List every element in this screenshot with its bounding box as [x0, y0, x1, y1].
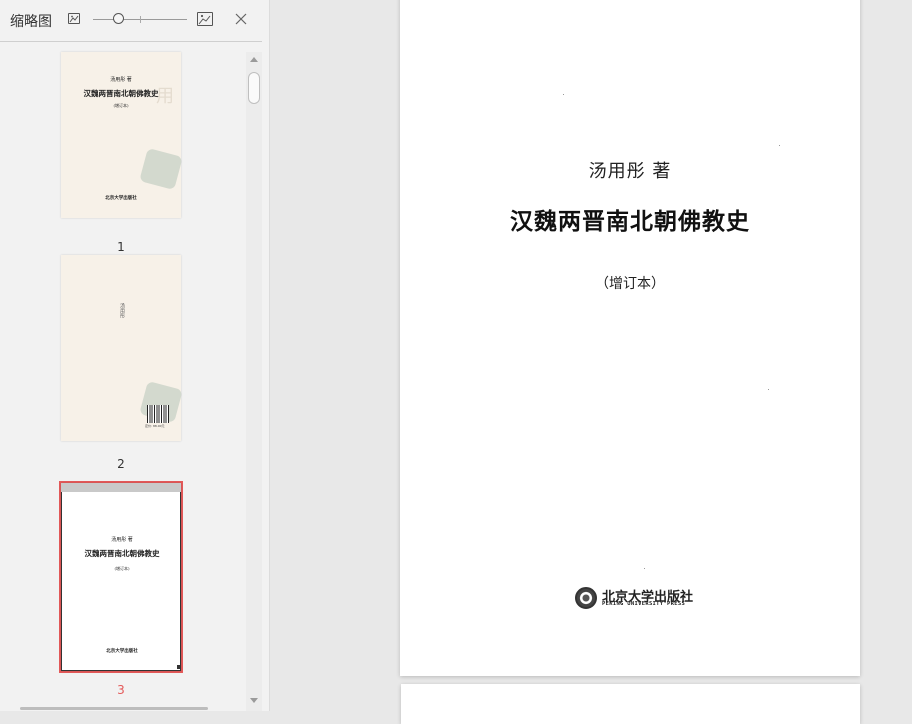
- page-edition: （增订本）: [595, 276, 665, 292]
- publisher-name-english: PEKING UNIVERSITY PRESS: [602, 601, 686, 607]
- document-page: 汤用彤 著 汉魏两晋南北朝佛教史 （增订本） 北京大学出版社 PEKING UN…: [400, 0, 860, 676]
- scan-speck: [768, 389, 769, 390]
- scan-speck: [563, 94, 564, 95]
- thumb-author: 汤用彤 著: [111, 537, 133, 543]
- horizontal-scrollbar[interactable]: [20, 707, 208, 710]
- thumb-publisher: 北京大学出版社: [106, 649, 138, 654]
- barcode: [147, 405, 169, 423]
- thumbnail-toolbar: 缩略图: [0, 0, 262, 42]
- thumb-price: 定价: 88.00元: [145, 424, 165, 428]
- cover-decoration: [139, 147, 183, 191]
- scan-speck: [779, 145, 780, 146]
- publisher-logo: 北京大学出版社 PEKING UNIVERSITY PRESS: [575, 586, 695, 612]
- zoom-slider[interactable]: [93, 13, 187, 24]
- scrollbar-thumb[interactable]: [248, 72, 260, 104]
- thumb-top-gap: [61, 483, 181, 492]
- thumbnail-number: 2: [117, 457, 125, 471]
- thumb-publisher: 北京大学出版社: [105, 196, 137, 201]
- thumbnail-back-cover: 汤用彤 定价: 88.00元: [61, 255, 183, 441]
- thumb-title: 汉魏两晋南北朝佛教史: [84, 549, 160, 558]
- cover-watermark: 用: [156, 86, 174, 107]
- thumb-edition: (增订本): [114, 566, 130, 571]
- scroll-up-icon[interactable]: [250, 57, 258, 62]
- page-title: 汉魏两晋南北朝佛教史: [510, 208, 750, 235]
- panel-title: 缩略图: [10, 14, 52, 30]
- slider-handle[interactable]: [113, 13, 124, 24]
- next-page: [401, 684, 860, 724]
- large-thumbnail-icon[interactable]: [197, 12, 213, 26]
- small-thumbnail-icon[interactable]: [68, 13, 80, 24]
- thumbnail-cover: 汤用彤 著 汉魏两晋南北朝佛教史 (增订本) 用 北京大学出版社: [61, 52, 183, 218]
- thumbnail-panel: 缩略图 汤用彤 著 汉魏两晋南北朝佛教史 (增订本) 用 北京大学出版社 1 汤…: [0, 0, 270, 711]
- scroll-down-icon[interactable]: [250, 698, 258, 703]
- thumbnail-number: 3: [117, 683, 125, 697]
- thumbnail-list: 汤用彤 著 汉魏两晋南北朝佛教史 (增订本) 用 北京大学出版社 1 汤用彤 定…: [0, 42, 246, 711]
- resize-corner: [177, 665, 181, 669]
- page-author: 汤用彤 著: [588, 161, 672, 182]
- thumbnail-title-page: 汤用彤 著 汉魏两晋南北朝佛教史 (增订本) 北京大学出版社: [61, 483, 181, 671]
- thumbnail-number: 1: [117, 240, 125, 254]
- document-view[interactable]: 汤用彤 著 汉魏两晋南北朝佛教史 （增订本） 北京大学出版社 PEKING UN…: [271, 0, 912, 724]
- close-icon[interactable]: [233, 11, 249, 27]
- thumbnail-scrollbar[interactable]: [246, 52, 262, 711]
- thumb-spine-text: 汤用彤: [119, 303, 125, 318]
- university-seal-icon: [575, 587, 597, 609]
- slider-tick: [140, 16, 141, 23]
- scan-speck: [644, 568, 645, 569]
